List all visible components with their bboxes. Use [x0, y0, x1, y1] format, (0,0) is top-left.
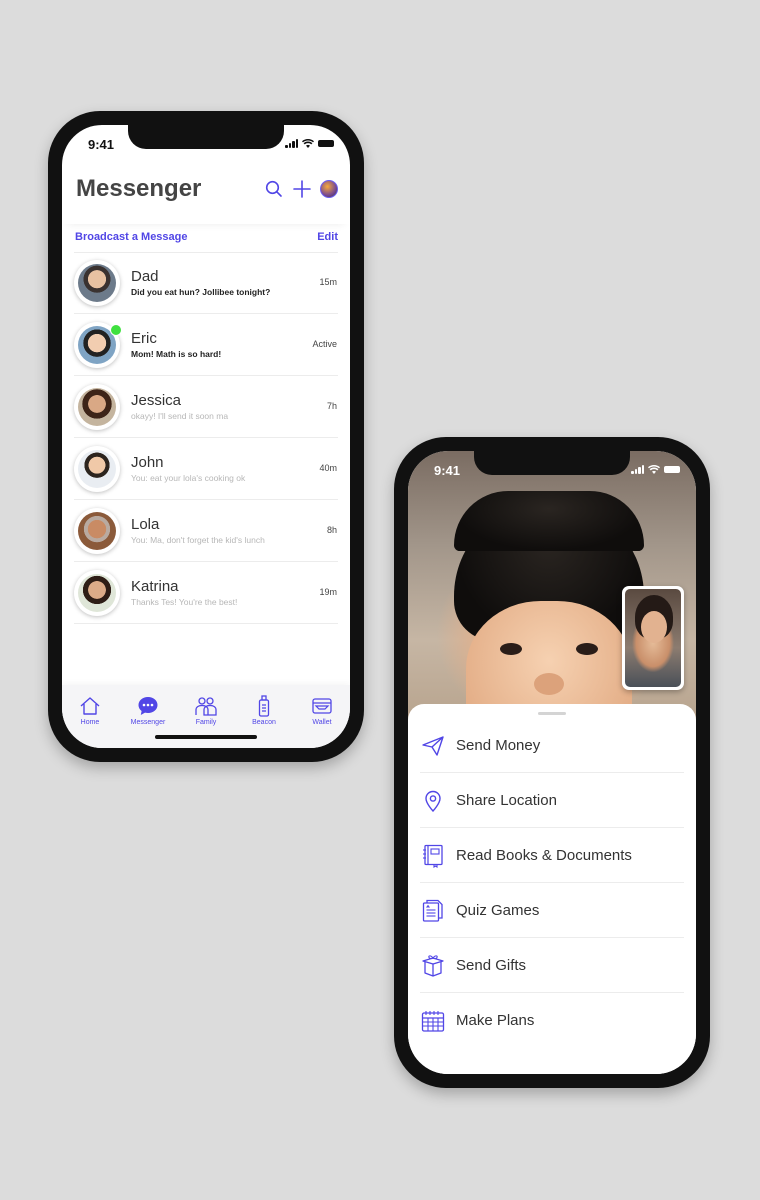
profile-avatar[interactable] — [320, 180, 338, 198]
home-icon — [62, 695, 118, 717]
nav-label: Wallet — [312, 719, 332, 726]
contact-name: John — [131, 454, 164, 471]
nav-label: Beacon — [252, 719, 276, 726]
conversation-list: Dad Did you eat hun? Jollibee tonight? 1… — [62, 252, 350, 624]
message-time: Active — [312, 339, 337, 349]
conversation-row[interactable]: Jessica okayy! I'll send it soon ma 7h — [62, 376, 350, 438]
contact-name: Jessica — [131, 392, 182, 409]
wifi-icon — [302, 139, 314, 148]
nav-label: Family — [195, 719, 217, 726]
conversation-row[interactable]: John You: eat your lola's cooking ok 40m — [62, 438, 350, 500]
status-time: 9:41 — [434, 463, 461, 478]
plus-icon[interactable] — [292, 179, 312, 199]
action-list: Send Money Share Location Read Books & D… — [408, 718, 696, 1048]
action-read-books[interactable]: Read Books & Documents — [408, 828, 696, 883]
status-time: 9:41 — [88, 137, 115, 152]
contact-name: Lola — [131, 516, 160, 533]
notch — [474, 451, 630, 475]
notch — [128, 125, 284, 149]
calendar-icon — [421, 1009, 445, 1033]
location-pin-icon — [421, 789, 445, 813]
action-send-money[interactable]: Send Money — [408, 718, 696, 773]
header-actions — [264, 179, 338, 199]
wallet-icon — [294, 695, 350, 717]
action-make-plans[interactable]: Make Plans — [408, 993, 696, 1048]
signal-icon — [631, 465, 644, 474]
nav-item-beacon[interactable]: Beacon — [236, 695, 292, 726]
gift-icon — [421, 954, 445, 978]
contact-name: Katrina — [131, 578, 179, 595]
action-label: Send Money — [456, 737, 541, 754]
book-icon — [421, 844, 445, 868]
nav-item-messenger[interactable]: Messenger — [120, 695, 176, 726]
nav-item-family[interactable]: Family — [178, 695, 234, 726]
status-icons — [631, 465, 680, 474]
message-preview: Mom! Math is so hard! — [131, 349, 222, 359]
message-preview: Did you eat hun? Jollibee tonight? — [131, 287, 271, 297]
message-preview: Thanks Tes! You're the best! — [131, 597, 238, 607]
video-call-screen: 9:41 Send Money Share Location Read Book… — [408, 451, 696, 1074]
phone-messenger: 9:41 Messenger Broadcast a Message Edit … — [48, 111, 364, 762]
family-icon — [178, 695, 234, 717]
message-preview: You: eat your lola's cooking ok — [131, 473, 246, 483]
messenger-header: Messenger — [62, 169, 350, 224]
chat-bubble-icon — [120, 695, 176, 717]
search-icon[interactable] — [264, 179, 284, 199]
online-indicator — [110, 324, 122, 336]
avatar — [74, 570, 120, 616]
action-quiz-games[interactable]: Quiz Games — [408, 883, 696, 938]
avatar — [74, 508, 120, 554]
action-label: Send Gifts — [456, 957, 527, 974]
sheet-grabber[interactable] — [538, 712, 566, 715]
messenger-screen: 9:41 Messenger Broadcast a Message Edit … — [62, 125, 350, 748]
message-preview: You: Ma, don't forget the kid's lunch — [131, 535, 265, 545]
phone-video-call: 9:41 Send Money Share Location Read Book… — [394, 437, 710, 1088]
action-share-location[interactable]: Share Location — [408, 773, 696, 828]
battery-icon — [664, 466, 680, 473]
message-time: 40m — [319, 463, 337, 473]
message-time: 19m — [319, 587, 337, 597]
action-sheet: Send Money Share Location Read Books & D… — [408, 704, 696, 1074]
action-send-gifts[interactable]: Send Gifts — [408, 938, 696, 993]
action-label: Make Plans — [456, 1012, 535, 1029]
nav-item-wallet[interactable]: Wallet — [294, 695, 350, 726]
broadcast-row: Broadcast a Message Edit — [62, 228, 350, 252]
action-label: Share Location — [456, 792, 557, 809]
page-title: Messenger — [76, 175, 202, 202]
signal-icon — [285, 139, 298, 148]
action-label: Read Books & Documents — [456, 847, 632, 864]
broadcast-link[interactable]: Broadcast a Message — [75, 231, 188, 243]
home-indicator — [155, 735, 257, 739]
self-view-pip[interactable] — [622, 586, 684, 690]
conversation-row[interactable]: Katrina Thanks Tes! You're the best! 19m — [62, 562, 350, 624]
conversation-row[interactable]: Dad Did you eat hun? Jollibee tonight? 1… — [62, 252, 350, 314]
battery-icon — [318, 140, 334, 147]
message-time: 15m — [319, 277, 337, 287]
contact-name: Eric — [131, 330, 157, 347]
action-label: Quiz Games — [456, 902, 540, 919]
message-preview: okayy! I'll send it soon ma — [131, 411, 229, 421]
nav-label: Messenger — [130, 719, 166, 726]
edit-link[interactable]: Edit — [317, 231, 338, 243]
contact-name: Dad — [131, 268, 159, 285]
conversation-row[interactable]: Eric Mom! Math is so hard! Active — [62, 314, 350, 376]
status-icons — [285, 139, 334, 148]
avatar — [74, 260, 120, 306]
avatar — [74, 384, 120, 430]
nav-item-home[interactable]: Home — [62, 695, 118, 726]
quiz-document-icon — [421, 899, 445, 923]
avatar — [74, 446, 120, 492]
beacon-icon — [236, 695, 292, 717]
wifi-icon — [648, 465, 660, 474]
nav-label: Home — [80, 719, 100, 726]
conversation-row[interactable]: Lola You: Ma, don't forget the kid's lun… — [62, 500, 350, 562]
message-time: 8h — [326, 525, 337, 535]
paper-plane-icon — [421, 734, 445, 758]
message-time: 7h — [326, 401, 337, 411]
